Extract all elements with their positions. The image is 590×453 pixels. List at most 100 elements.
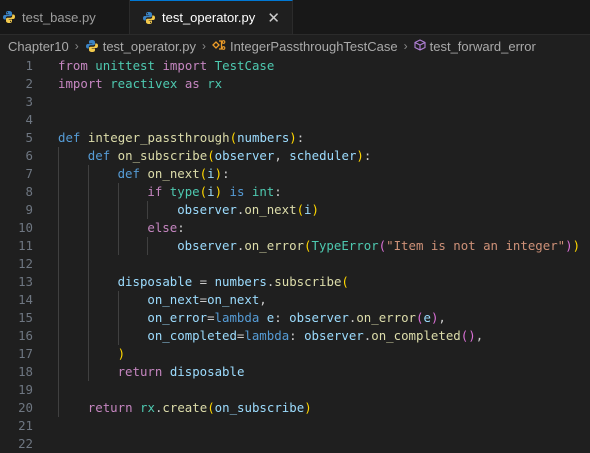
code-token: ( [296,202,305,217]
code-token: : [363,148,372,163]
code-token: return [117,364,163,379]
breadcrumb-file[interactable]: test_operator.py [103,39,196,54]
code-token: : [289,328,305,343]
tab-test-base[interactable]: test_base.py [0,0,130,34]
python-file-icon [142,11,156,25]
code-token: on_next [147,166,200,181]
code-token: from [58,58,88,73]
code-token: e [423,310,431,325]
code-text: observer.on_next(i) [177,201,319,219]
code-line[interactable]: 21 [0,417,590,435]
code-token: numbers [214,274,267,289]
code-line[interactable]: 2 import reactivex as rx [0,75,590,93]
code-text: on_next=on_next, [147,291,266,309]
code-line[interactable]: 22 [0,435,590,453]
code-token: on_next [147,292,200,307]
close-icon[interactable]: ✕ [267,9,280,27]
code-line[interactable]: 4 [0,111,590,129]
line-number: 17 [18,346,33,361]
line-number: 3 [25,94,33,109]
code-token: : [296,130,305,145]
code-line[interactable]: 5 def integer_passthrough(numbers): [0,129,590,147]
line-number: 4 [25,112,33,127]
line-number: 12 [18,256,33,271]
breadcrumb-method[interactable]: test_forward_error [430,39,536,54]
code-text: ) [118,345,125,363]
code-text: on_completed=lambda: observer.on_complet… [147,327,483,345]
line-number: 13 [18,274,33,289]
code-token: ) [289,130,297,145]
code-token: ( [341,274,349,289]
code-text: on_error=lambda e: observer.on_error(e), [147,309,446,327]
indent-guide [147,237,149,255]
tab-test-operator[interactable]: test_operator.py ✕ [130,0,293,34]
method-icon [414,38,426,54]
line-number: 18 [18,364,33,379]
code-token: observer [304,328,364,343]
breadcrumb: Chapter10 › test_operator.py › IntegerPa… [0,35,590,57]
code-token: ) [356,148,364,163]
code-token: ( [207,148,215,163]
code-token: int [251,184,275,199]
breadcrumb-folder[interactable]: Chapter10 [8,39,69,54]
code-text: def integer_passthrough(numbers): [58,129,304,147]
code-token: = [207,310,215,325]
code-text: observer.on_error(TypeError("Item is not… [177,237,580,255]
code-token: import [162,58,208,73]
tab-bar: test_base.py test_operator.py ✕ [0,0,590,35]
code-token: on_subscribe [117,148,208,163]
chevron-right-icon: › [201,39,206,53]
code-token: on_subscribe [214,400,305,415]
class-icon [212,39,226,54]
code-text: else: [147,219,184,237]
code-line[interactable]: 19 [0,381,590,399]
code-token: rx [199,76,223,91]
code-token: ) [304,400,312,415]
code-line[interactable]: 6 def on_subscribe(observer, scheduler): [0,147,590,165]
code-line[interactable]: 1 from unittest import TestCase [0,57,590,75]
line-number: 2 [25,76,33,91]
code-token: type [169,184,200,199]
code-token: observer [177,202,237,217]
code-text: if type(i) is int: [147,183,281,201]
code-token: scheduler [289,148,357,163]
code-token: = [192,274,215,289]
chevron-right-icon: › [74,39,79,53]
tab-label: test_operator.py [162,10,256,25]
code-line[interactable]: 20 return rx.create(on_subscribe) [0,399,590,417]
code-token: : [177,220,185,235]
code-token: lambda [214,310,260,325]
code-token: unittest [87,58,163,73]
code-token: ( [199,184,208,199]
code-line[interactable]: 3 [0,93,590,111]
breadcrumb-class[interactable]: IntegerPassthroughTestCase [230,39,398,54]
code-text: return rx.create(on_subscribe) [88,399,312,417]
code-token: on_completed [147,328,237,343]
code-text: return disposable [118,363,245,381]
code-token: create [162,400,208,415]
code-token: ) [117,346,126,361]
line-number: 20 [18,400,33,415]
code-token: : [274,310,290,325]
code-token: ( [304,238,312,253]
code-token: else [147,220,178,235]
code-token: ) [311,202,319,217]
code-token: def [58,130,81,145]
line-number: 21 [18,418,33,433]
line-number: 6 [25,148,33,163]
indent-guide [87,165,89,381]
code-token: numbers [237,130,290,145]
indent-guide [147,201,149,219]
code-token: , [259,292,267,307]
code-editor[interactable]: 1 from unittest import TestCase 2 import re… [0,56,590,451]
code-token: lambda [244,328,290,343]
code-text: def on_next(i): [118,165,230,183]
python-file-icon [2,10,16,24]
code-token: observer [177,238,237,253]
code-token: i [207,184,215,199]
